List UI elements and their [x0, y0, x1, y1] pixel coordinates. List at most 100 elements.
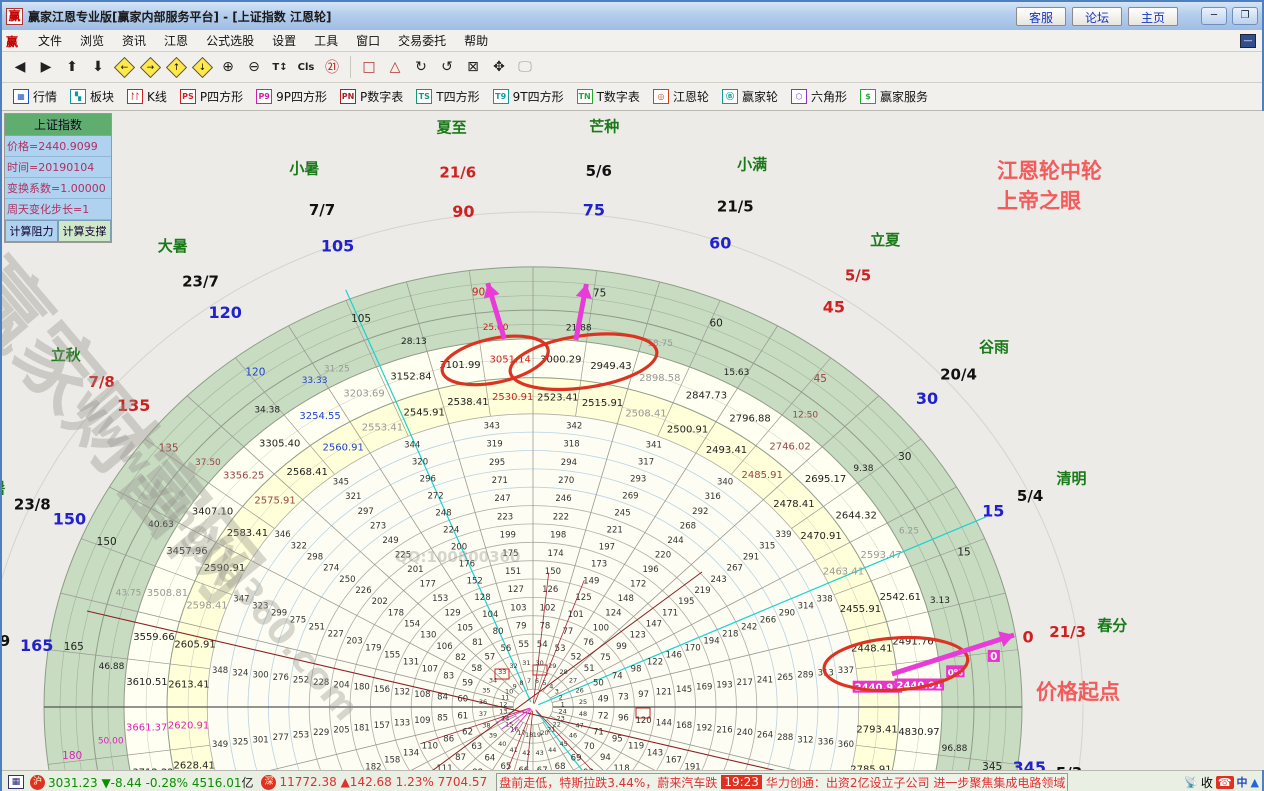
- tool-p-square[interactable]: PSP四方形: [175, 86, 248, 107]
- back-arrow-icon[interactable]: ◀: [8, 55, 32, 79]
- easel-icon[interactable]: 🖵: [513, 55, 537, 79]
- center-tool-icon[interactable]: ✥: [487, 55, 511, 79]
- svg-text:100: 100: [593, 623, 609, 633]
- svg-text:98: 98: [631, 665, 642, 675]
- svg-text:56: 56: [500, 644, 511, 654]
- quotes-grid-icon[interactable]: ▦: [8, 775, 24, 789]
- menu-bar: 赢 文件浏览资讯江恩公式选股设置工具窗口交易委托帮助 —: [2, 30, 1262, 52]
- diamond-down-icon[interactable]: ↓: [190, 55, 214, 79]
- tool-9p-square[interactable]: P99P四方形: [251, 86, 332, 107]
- tool-blocks[interactable]: ▚板块: [65, 86, 119, 107]
- svg-text:29: 29: [548, 662, 556, 670]
- svg-text:37.50: 37.50: [195, 458, 221, 468]
- menu-资讯[interactable]: 资讯: [113, 32, 155, 50]
- svg-text:2613.41: 2613.41: [168, 680, 209, 691]
- svg-text:122: 122: [647, 658, 663, 668]
- menu-公式选股[interactable]: 公式选股: [197, 32, 263, 50]
- volume-icon[interactable]: ▲: [1251, 776, 1259, 789]
- tool-kline[interactable]: ᛚᛚK线: [122, 86, 172, 107]
- svg-text:152: 152: [467, 576, 483, 586]
- svg-text:2485.91: 2485.91: [742, 470, 783, 481]
- titlebar-button-客服[interactable]: 客服: [1016, 7, 1066, 26]
- svg-text:33: 33: [498, 668, 506, 676]
- gann-wheel-chart[interactable]: 2440.912448.412455.912463.412470.912478.…: [2, 111, 1264, 770]
- svg-text:180: 180: [354, 683, 370, 693]
- mdi-minimize-button[interactable]: —: [1240, 34, 1256, 48]
- svg-text:292: 292: [692, 507, 708, 517]
- svg-text:318: 318: [563, 440, 579, 450]
- svg-text:7/7: 7/7: [309, 201, 335, 219]
- tool-9t-square[interactable]: T99T四方形: [488, 86, 569, 107]
- menu-工具[interactable]: 工具: [305, 32, 347, 50]
- maximize-button[interactable]: ❐: [1232, 7, 1258, 25]
- svg-text:74: 74: [612, 672, 623, 682]
- diamond-up-icon[interactable]: ↑: [164, 55, 188, 79]
- svg-text:21/6: 21/6: [439, 163, 476, 181]
- rotate-ccw-icon[interactable]: ↺: [435, 55, 459, 79]
- menu-文件[interactable]: 文件: [29, 32, 71, 50]
- svg-text:294: 294: [561, 458, 577, 468]
- menu-浏览[interactable]: 浏览: [71, 32, 113, 50]
- svg-text:上帝之眼: 上帝之眼: [997, 189, 1081, 213]
- gann-wheel-icon: ◎: [653, 89, 669, 104]
- svg-text:3508.81: 3508.81: [147, 588, 188, 599]
- svg-text:58: 58: [471, 664, 482, 674]
- svg-text:314: 314: [798, 601, 814, 611]
- svg-text:145: 145: [676, 685, 692, 695]
- calc-support-button[interactable]: 计算支撑: [58, 220, 111, 242]
- svg-text:3661.37: 3661.37: [126, 723, 167, 734]
- phone-icon[interactable]: ☎: [1216, 776, 1234, 789]
- peak-up-icon[interactable]: ⬆: [60, 55, 84, 79]
- menu-设置[interactable]: 设置: [263, 32, 305, 50]
- svg-text:274: 274: [323, 564, 339, 574]
- tool-t-square[interactable]: TST四方形: [411, 86, 484, 107]
- tool-quotes-grid[interactable]: ▦行情: [8, 86, 62, 107]
- svg-text:33.33: 33.33: [302, 376, 328, 386]
- svg-text:345: 345: [982, 761, 1002, 770]
- svg-text:273: 273: [370, 521, 386, 531]
- svg-text:156: 156: [374, 685, 390, 695]
- toolbar-separator: [350, 56, 351, 78]
- menu-帮助[interactable]: 帮助: [455, 32, 497, 50]
- t-updown-icon[interactable]: T↕: [268, 55, 292, 79]
- tool-service[interactable]: $赢家服务: [855, 86, 933, 107]
- svg-text:135: 135: [117, 396, 150, 415]
- rotate-cw-icon[interactable]: ↻: [409, 55, 433, 79]
- triangle-tool-icon[interactable]: △: [383, 55, 407, 79]
- svg-text:82: 82: [455, 653, 466, 663]
- minimize-button[interactable]: ─: [1201, 7, 1227, 25]
- menu-江恩[interactable]: 江恩: [155, 32, 197, 50]
- diamond-left-icon[interactable]: ←: [112, 55, 136, 79]
- svg-text:340: 340: [717, 478, 733, 488]
- tool-winner-wheel[interactable]: Ⓑ赢家轮: [717, 86, 783, 107]
- svg-text:176: 176: [459, 559, 475, 569]
- diamond-right-icon[interactable]: →: [138, 55, 162, 79]
- menu-交易委托[interactable]: 交易委托: [389, 32, 455, 50]
- calendar-21-icon[interactable]: ㉑: [320, 55, 344, 79]
- svg-text:44: 44: [548, 746, 556, 754]
- tool-gann-wheel[interactable]: ◎江恩轮: [648, 86, 714, 107]
- titlebar-button-论坛[interactable]: 论坛: [1072, 7, 1122, 26]
- calc-resistance-button[interactable]: 计算阻力: [5, 220, 58, 242]
- svg-text:2575.91: 2575.91: [254, 496, 295, 507]
- svg-text:242: 242: [741, 622, 757, 632]
- tool-hexagon[interactable]: ⬡六角形: [786, 86, 852, 107]
- tool-t-table[interactable]: TNT数字表: [572, 86, 645, 107]
- svg-text:204: 204: [333, 680, 349, 690]
- titlebar-button-主页[interactable]: 主页: [1128, 7, 1178, 26]
- gann-wheel-svg[interactable]: 2440.912448.412455.912463.412470.912478.…: [2, 111, 1264, 770]
- peak-down-icon[interactable]: ⬇: [86, 55, 110, 79]
- menu-窗口[interactable]: 窗口: [347, 32, 389, 50]
- tool-p-table[interactable]: PNP数字表: [335, 86, 408, 107]
- ime-icon[interactable]: 中: [1237, 774, 1248, 790]
- svg-text:96: 96: [618, 714, 629, 724]
- zoom-out-icon[interactable]: ⊖: [242, 55, 266, 79]
- forward-arrow-icon[interactable]: ▶: [34, 55, 58, 79]
- square-tool-icon[interactable]: □: [357, 55, 381, 79]
- news-ticker[interactable]: 盘前走低，特斯拉跌3.44%，蔚来汽车跌 19:23 华力创通：出资2亿设立子公…: [496, 773, 1068, 791]
- zoom-in-icon[interactable]: ⊕: [216, 55, 240, 79]
- x-box-icon[interactable]: ⊠: [461, 55, 485, 79]
- svg-text:60: 60: [457, 695, 468, 705]
- p-square-icon: PS: [180, 89, 196, 104]
- cls-icon[interactable]: Cls: [294, 55, 318, 79]
